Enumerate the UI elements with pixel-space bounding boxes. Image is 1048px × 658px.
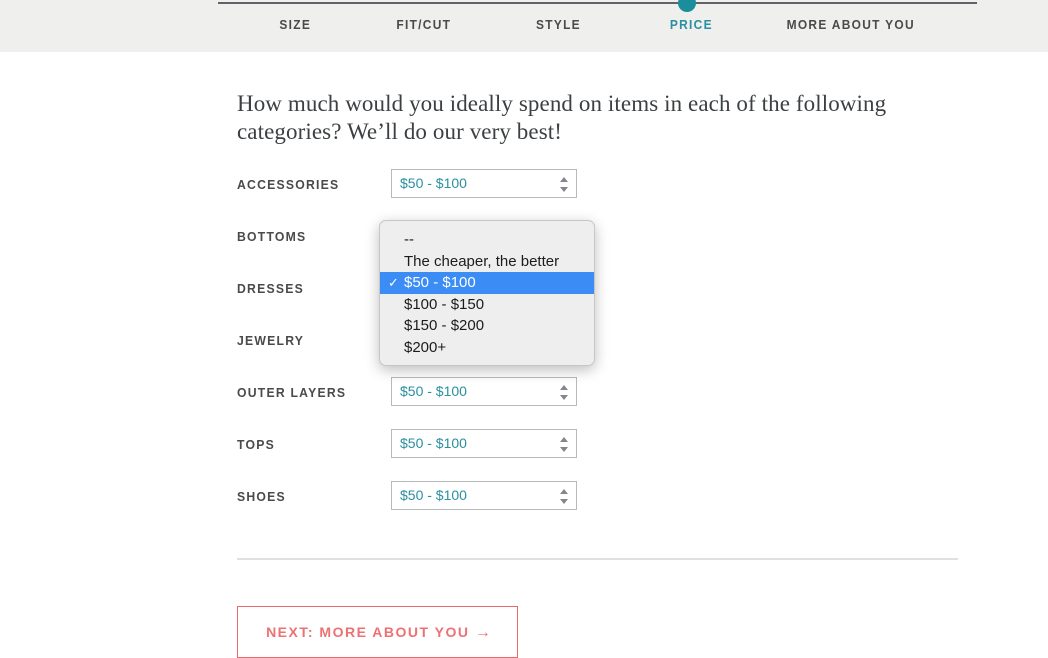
next-step-button[interactable]: NEXT: MORE ABOUT YOU →: [237, 606, 518, 658]
step-tab-fit-cut[interactable]: FIT/CUT: [396, 17, 451, 32]
price-select-value-outer-layers: $50 - $100: [400, 383, 467, 399]
form-row-label-dresses: DRESSES: [237, 281, 304, 296]
form-row-label-accessories: ACCESSORIES: [237, 177, 340, 192]
step-tab-style[interactable]: STYLE: [536, 17, 581, 32]
price-select-value-accessories: $50 - $100: [400, 175, 467, 191]
step-tabs: SIZE FIT/CUT STYLE PRICE MORE ABOUT YOU: [218, 17, 977, 39]
checkmark-icon: ✓: [388, 275, 399, 290]
progress-step-marker-icon: [678, 0, 696, 12]
progress-header: SIZE FIT/CUT STYLE PRICE MORE ABOUT YOU: [0, 0, 1048, 52]
dropdown-option[interactable]: The cheaper, the better: [380, 251, 594, 273]
dropdown-option-label: $150 - $200: [404, 317, 485, 334]
price-select-tops[interactable]: $50 - $100: [391, 429, 577, 458]
form-row-outer-layers: OUTER LAYERS $50 - $100: [237, 370, 637, 422]
section-divider: [237, 558, 958, 560]
stepper-arrows-icon[interactable]: [560, 176, 569, 193]
dropdown-option-label: $100 - $150: [404, 295, 485, 313]
price-select-value-shoes: $50 - $100: [400, 487, 467, 503]
dropdown-option[interactable]: $150 - $200: [380, 315, 594, 337]
form-row-label-outer-layers: OUTER LAYERS: [237, 385, 347, 400]
stepper-arrows-icon[interactable]: [560, 488, 569, 505]
stepper-arrows-icon[interactable]: [560, 384, 569, 401]
form-row-label-shoes: SHOES: [237, 489, 286, 504]
step-tab-more-about-you[interactable]: MORE ABOUT YOU: [787, 17, 915, 32]
form-row-label-jewelry: JEWELRY: [237, 333, 305, 348]
dropdown-option-label: --: [404, 231, 414, 248]
form-row-accessories: ACCESSORIES $50 - $100: [237, 162, 637, 214]
dropdown-option[interactable]: $200+: [380, 337, 594, 359]
progress-line: [218, 2, 977, 4]
dropdown-option-label: The cheaper, the better: [404, 252, 560, 270]
main-content: How much would you ideally spend on item…: [0, 52, 1048, 658]
price-select-outer-layers[interactable]: $50 - $100: [391, 377, 577, 406]
price-select-shoes[interactable]: $50 - $100: [391, 481, 577, 510]
dropdown-option[interactable]: $100 - $150: [380, 294, 594, 316]
form-row-tops: TOPS $50 - $100: [237, 422, 637, 474]
dropdown-option-selected[interactable]: ✓ $50 - $100: [380, 272, 594, 294]
page-heading: How much would you ideally spend on item…: [237, 91, 887, 144]
dropdown-option-label: $200+: [404, 338, 447, 356]
step-tab-price[interactable]: PRICE: [670, 17, 713, 32]
form-row-shoes: SHOES $50 - $100: [237, 474, 637, 526]
form-row-label-bottoms: BOTTOMS: [237, 229, 307, 244]
form-row-label-tops: TOPS: [237, 437, 275, 452]
price-select-accessories[interactable]: $50 - $100: [391, 169, 577, 198]
price-select-value-tops: $50 - $100: [400, 435, 467, 451]
dropdown-option[interactable]: --: [380, 229, 594, 251]
arrow-right-icon: →: [474, 624, 491, 641]
step-tab-size[interactable]: SIZE: [279, 17, 311, 32]
price-dropdown-menu[interactable]: -- The cheaper, the better ✓ $50 - $100 $100…: [379, 220, 595, 366]
next-step-button-label: NEXT: MORE ABOUT YOU →: [238, 624, 519, 642]
dropdown-option-label: $50 - $100: [404, 274, 476, 291]
next-step-button-text: NEXT: MORE ABOUT YOU: [266, 624, 470, 640]
stepper-arrows-icon[interactable]: [560, 436, 569, 453]
